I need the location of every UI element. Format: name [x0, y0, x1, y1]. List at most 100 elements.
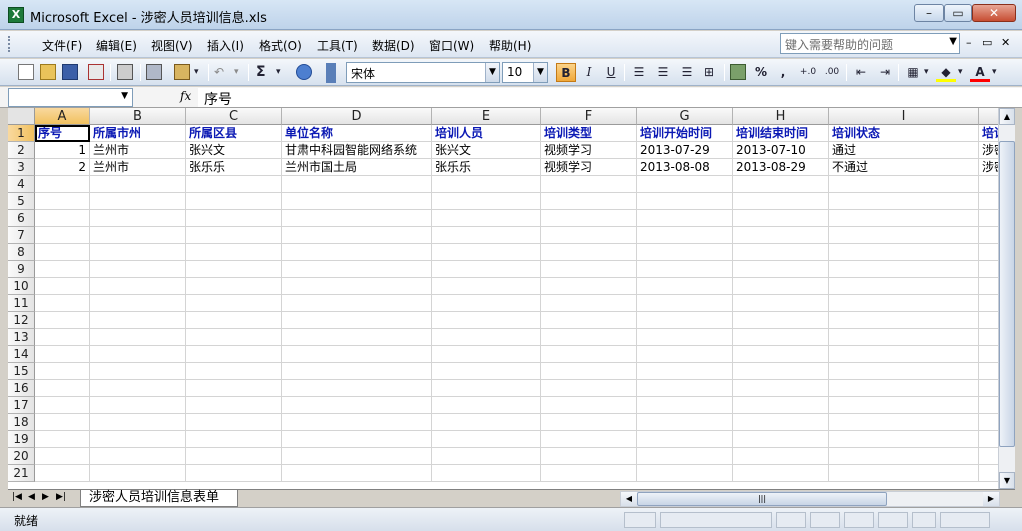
cell[interactable]: [733, 329, 829, 346]
cell[interactable]: [829, 414, 979, 431]
cell[interactable]: [432, 176, 541, 193]
cell[interactable]: [829, 363, 979, 380]
cell[interactable]: [733, 346, 829, 363]
cell[interactable]: [637, 448, 733, 465]
cell[interactable]: 张乐乐: [432, 159, 541, 176]
header-cell[interactable]: 所属区县: [186, 125, 282, 142]
scroll-up-icon[interactable]: ▲: [999, 108, 1015, 125]
cell[interactable]: 2013-08-29: [733, 159, 829, 176]
cell[interactable]: [432, 380, 541, 397]
cell[interactable]: 2013-07-29: [637, 142, 733, 159]
cell[interactable]: [282, 244, 432, 261]
cell[interactable]: 兰州市: [90, 142, 186, 159]
column-header[interactable]: I: [829, 108, 979, 125]
new-file-icon[interactable]: [18, 64, 34, 80]
cell[interactable]: [733, 465, 829, 482]
cell[interactable]: [186, 363, 282, 380]
cell[interactable]: [186, 397, 282, 414]
cell[interactable]: [432, 312, 541, 329]
cell[interactable]: [35, 414, 90, 431]
cell[interactable]: 视频学习: [541, 159, 637, 176]
cell[interactable]: 2013-08-08: [637, 159, 733, 176]
column-header[interactable]: H: [733, 108, 829, 125]
cell[interactable]: [282, 227, 432, 244]
currency-icon[interactable]: [730, 64, 746, 80]
cell[interactable]: [829, 431, 979, 448]
cell[interactable]: [90, 176, 186, 193]
doc-minimize-button[interactable]: –: [966, 36, 972, 49]
row-header[interactable]: 11: [8, 295, 35, 312]
cell[interactable]: [186, 431, 282, 448]
row-header[interactable]: 9: [8, 261, 35, 278]
scroll-right-icon[interactable]: ▶: [983, 492, 999, 506]
cell[interactable]: [90, 278, 186, 295]
help-icon[interactable]: [296, 64, 312, 80]
cell[interactable]: [541, 278, 637, 295]
chevron-down-icon[interactable]: ▼: [533, 63, 547, 82]
spreadsheet-grid[interactable]: ABCDEFGHIJ1序号所属市州所属区县单位名称培训人员培训类型培训开始时间培…: [8, 108, 1015, 489]
cell[interactable]: [637, 176, 733, 193]
cell[interactable]: [637, 346, 733, 363]
cell[interactable]: [733, 363, 829, 380]
decrease-decimal-icon[interactable]: .00: [822, 63, 842, 82]
menu-format[interactable]: 格式(O): [259, 37, 302, 54]
menu-window[interactable]: 窗口(W): [429, 37, 474, 54]
name-box[interactable]: ▼: [8, 88, 133, 107]
cell[interactable]: [637, 431, 733, 448]
cell[interactable]: [829, 397, 979, 414]
cell[interactable]: [282, 346, 432, 363]
column-header[interactable]: F: [541, 108, 637, 125]
save-icon[interactable]: [62, 64, 78, 80]
increase-indent-icon[interactable]: ⇥: [876, 63, 894, 82]
header-cell[interactable]: 培训人员: [432, 125, 541, 142]
cell[interactable]: [432, 414, 541, 431]
row-header[interactable]: 3: [8, 159, 35, 176]
menu-edit[interactable]: 编辑(E): [96, 37, 137, 54]
cell[interactable]: [637, 261, 733, 278]
align-right-icon[interactable]: ☰: [678, 63, 696, 82]
italic-button[interactable]: I: [580, 63, 598, 82]
cell[interactable]: [829, 312, 979, 329]
cell[interactable]: 张乐乐: [186, 159, 282, 176]
autosum-dropdown-icon[interactable]: ▾: [276, 63, 281, 82]
cell[interactable]: [733, 380, 829, 397]
cell[interactable]: [282, 193, 432, 210]
cell[interactable]: [282, 312, 432, 329]
cell[interactable]: [282, 363, 432, 380]
cell[interactable]: [733, 227, 829, 244]
cell[interactable]: [637, 244, 733, 261]
increase-decimal-icon[interactable]: +.0: [798, 63, 818, 82]
cell[interactable]: [186, 465, 282, 482]
next-sheet-icon[interactable]: ▶: [42, 492, 49, 502]
header-cell[interactable]: 培训结束时间: [733, 125, 829, 142]
row-header[interactable]: 19: [8, 431, 35, 448]
cell[interactable]: [829, 244, 979, 261]
header-cell[interactable]: 培训开始时间: [637, 125, 733, 142]
cell[interactable]: 通过: [829, 142, 979, 159]
cell[interactable]: [186, 244, 282, 261]
print-icon[interactable]: [117, 64, 133, 80]
cell[interactable]: [186, 193, 282, 210]
header-cell[interactable]: 序号: [35, 125, 90, 142]
insert-function-icon[interactable]: fx: [180, 89, 191, 103]
cell[interactable]: [282, 414, 432, 431]
cell[interactable]: [90, 431, 186, 448]
cell[interactable]: [733, 295, 829, 312]
close-button[interactable]: ✕: [972, 4, 1016, 22]
cell[interactable]: [829, 465, 979, 482]
cell[interactable]: [90, 397, 186, 414]
cell[interactable]: [186, 346, 282, 363]
cell[interactable]: 1: [35, 142, 90, 159]
row-header[interactable]: 13: [8, 329, 35, 346]
vertical-scroll-thumb[interactable]: [999, 141, 1015, 447]
cell[interactable]: [282, 295, 432, 312]
help-question-input[interactable]: 键入需要帮助的问题 ▼: [780, 33, 960, 54]
underline-button[interactable]: U: [602, 63, 620, 82]
cell[interactable]: [637, 210, 733, 227]
cell[interactable]: [829, 448, 979, 465]
cell[interactable]: [35, 465, 90, 482]
row-header[interactable]: 15: [8, 363, 35, 380]
menu-insert[interactable]: 插入(I): [207, 37, 244, 54]
last-sheet-icon[interactable]: ▶|: [56, 492, 66, 502]
cell[interactable]: [35, 193, 90, 210]
